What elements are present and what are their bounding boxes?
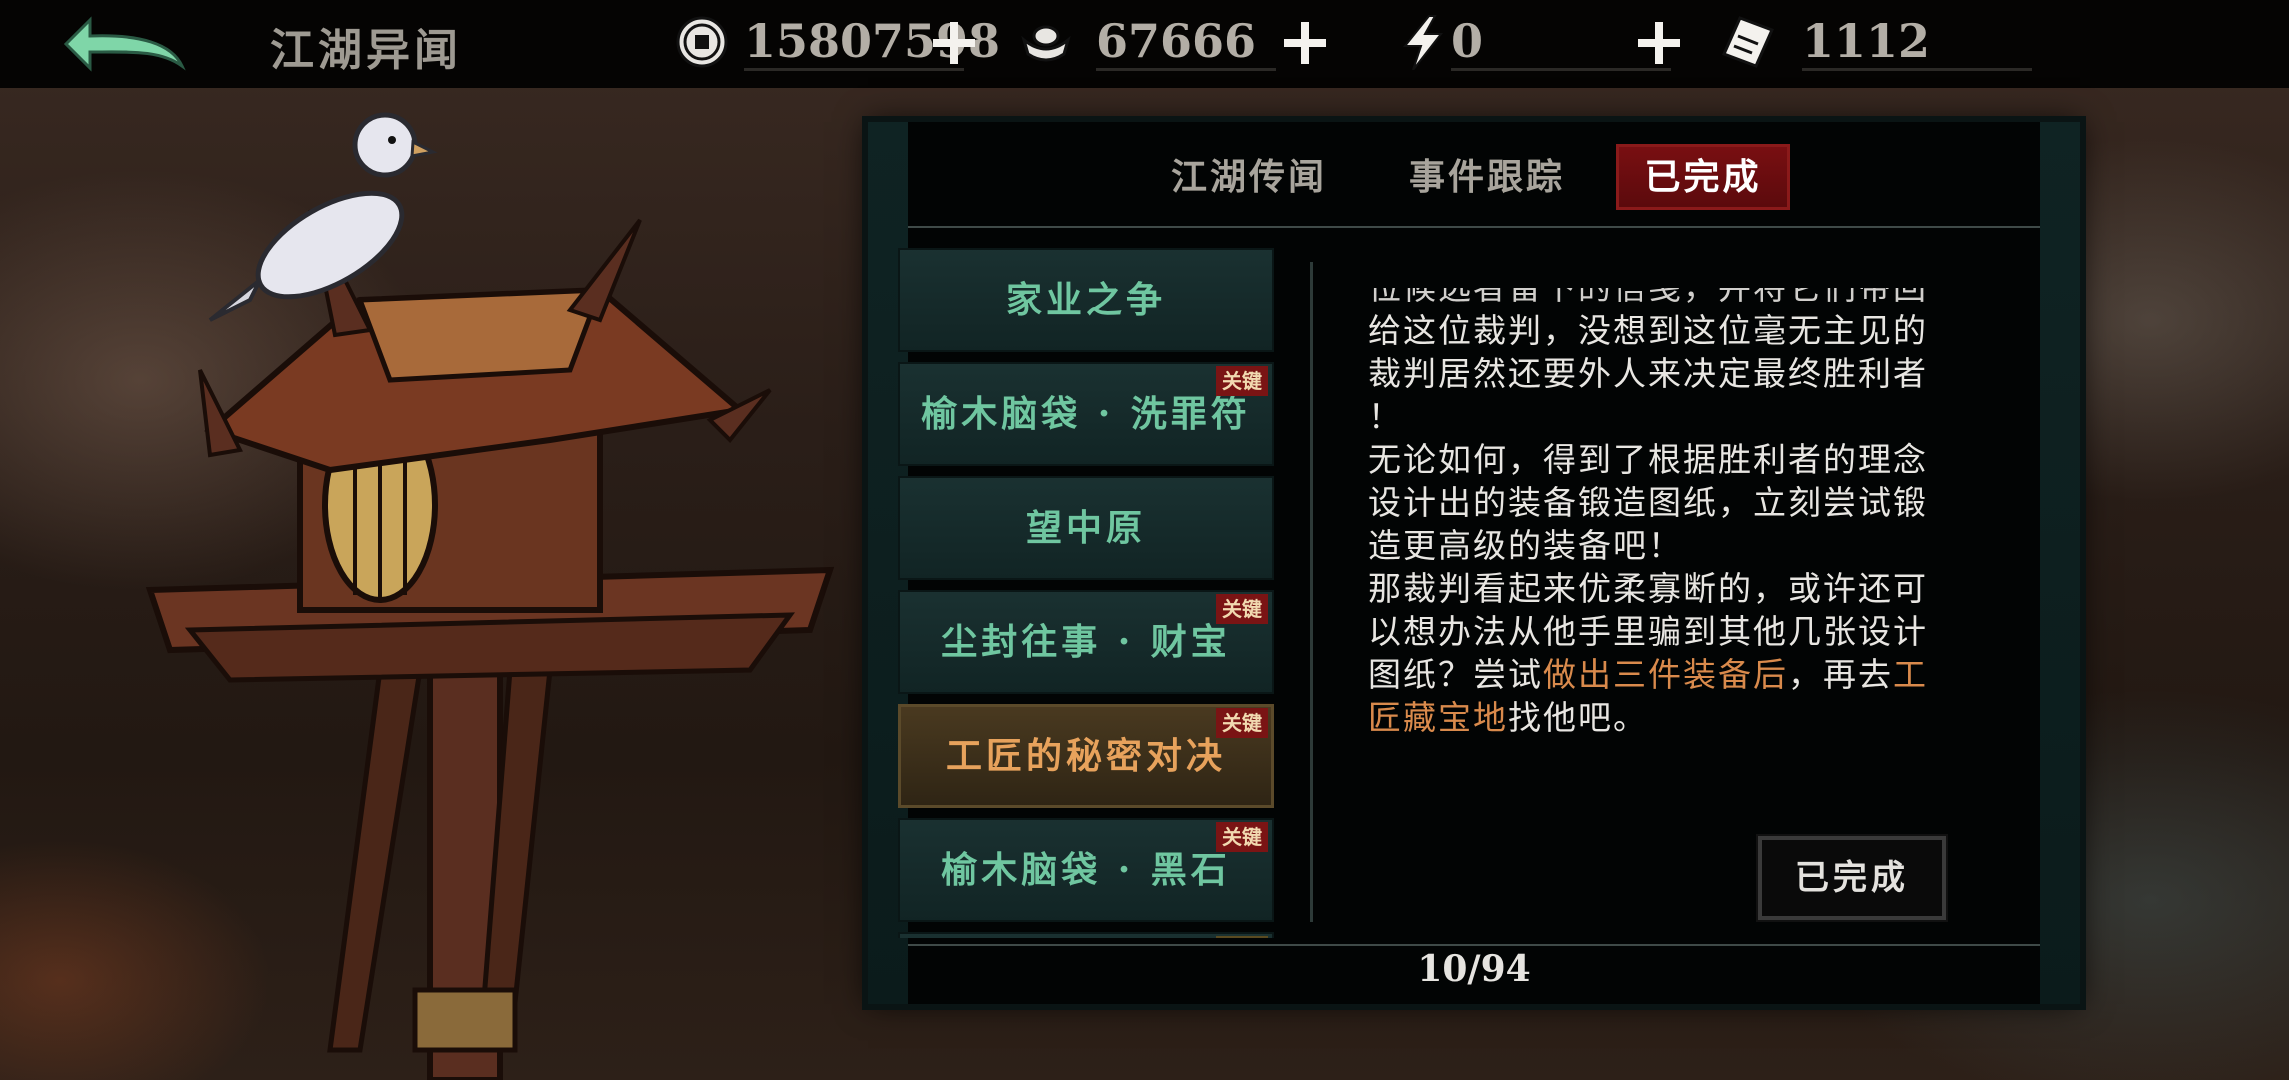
event-list[interactable]: 家业之争 榆木脑袋 · 洗罪符 关键 望中原 尘封往事 · 财宝 关键 工匠的秘… (898, 248, 1274, 938)
tab-rumors[interactable]: 江湖传闻 (1144, 144, 1354, 210)
currency-silver: 67666 (1018, 6, 1298, 82)
description-partial-line: 位候选者留下的信笺，并将它们带回 (1368, 288, 2008, 309)
coin-icon (676, 16, 728, 68)
list-item[interactable]: 望中原 (898, 476, 1274, 580)
currency-coin: 15807598 (674, 6, 1000, 82)
tab-completed[interactable]: 已完成 (1616, 144, 1790, 210)
list-item[interactable]: 榆木脑袋 · 洗罪符 关键 (898, 362, 1274, 466)
list-item-label: 望中原 (1025, 507, 1146, 549)
pigeon-house-illustration (145, 112, 835, 1080)
energy-underline (1451, 68, 1671, 71)
description-line: 以想办法从他手里骗到其他几张设计 (1368, 612, 1928, 651)
page-title: 江湖异闻 (270, 25, 462, 76)
key-badge: 关键 (1216, 708, 1268, 738)
list-item[interactable]: 尘封往事 · 财宝 关键 (898, 590, 1274, 694)
key-badge: 关键 (1216, 594, 1268, 624)
page-counter: 10/94 (1417, 948, 1531, 990)
highlight-task: 做出三件装备后 (1543, 655, 1788, 694)
description-line: 裁判居然还要外人来决定最终胜利者 (1368, 354, 1928, 393)
ticket-underline (1802, 68, 2032, 71)
ticket-icon (1721, 16, 1775, 68)
coin-underline (744, 68, 964, 71)
description-line: 那裁判看起来优柔寡断的，或许还可 (1368, 569, 1928, 608)
list-item[interactable]: 家业之争 (898, 248, 1274, 352)
vertical-divider (1310, 262, 1313, 922)
description-line: 匠藏宝地找他吧。 (1368, 696, 2008, 739)
highlight-location: 工 (1893, 655, 1928, 694)
ticket-amount: 1112 (1802, 14, 1931, 68)
add-energy-button[interactable] (1634, 18, 1684, 68)
energy-amount: 0 (1451, 14, 1484, 68)
text-segment: ，再去 (1788, 655, 1893, 694)
currency-energy: 0 (1395, 6, 1675, 82)
tab-bar: 江湖传闻 事件跟踪 已完成 (868, 144, 2080, 214)
list-item-label: 家业之争 (1005, 279, 1166, 321)
list-item-selected[interactable]: 工匠的秘密对决 关键 (898, 704, 1274, 808)
silver-underline (1096, 68, 1276, 71)
key-badge: 关键 (1216, 366, 1268, 396)
description-line: 造更高级的装备吧！ (1368, 526, 1683, 565)
text-segment: 图纸？尝试 (1368, 655, 1543, 694)
description-line: 设计出的装备锻造图纸，立刻尝试锻 (1368, 483, 1928, 522)
event-description[interactable]: 位候选者留下的信笺，并将它们带回 给这位裁判，没想到这位毫无主见的 裁判居然还要… (1368, 288, 2008, 888)
description-line: 图纸？尝试做出三件装备后，再去工 (1368, 653, 2008, 696)
add-coin-button[interactable] (929, 18, 979, 68)
back-arrow-icon[interactable] (60, 12, 190, 78)
footer-divider (908, 944, 2040, 946)
tab-tracking[interactable]: 事件跟踪 (1382, 144, 1592, 210)
event-panel: 江湖传闻 事件跟踪 已完成 家业之争 榆木脑袋 · 洗罪符 关键 望中原 尘封往… (868, 122, 2080, 1004)
top-bar: 江湖异闻 15807598 67666 0 1112 (0, 0, 2289, 88)
completed-button[interactable]: 已完成 (1758, 836, 1946, 920)
description-line: 无论如何，得到了根据胜利者的理念 (1368, 440, 1928, 479)
add-silver-button[interactable] (1280, 18, 1330, 68)
silver-amount: 67666 (1096, 14, 1257, 68)
silver-ingot-icon (1021, 25, 1071, 62)
highlight-location: 匠藏宝地 (1368, 698, 1508, 737)
lightning-icon (1402, 15, 1444, 70)
header-divider (908, 226, 2040, 228)
key-badge: 关键 (1216, 936, 1268, 938)
text-segment: 找他吧。 (1508, 698, 1648, 737)
currency-ticket: 1112 (1720, 6, 2032, 82)
list-item[interactable]: 榆木脑袋 · 黑石 关键 (898, 818, 1274, 922)
list-item[interactable]: 关键 (898, 932, 1274, 938)
description-line: 给这位裁判，没想到这位毫无主见的 (1368, 311, 1928, 350)
description-line: ！ (1368, 397, 1403, 436)
key-badge: 关键 (1216, 822, 1268, 852)
